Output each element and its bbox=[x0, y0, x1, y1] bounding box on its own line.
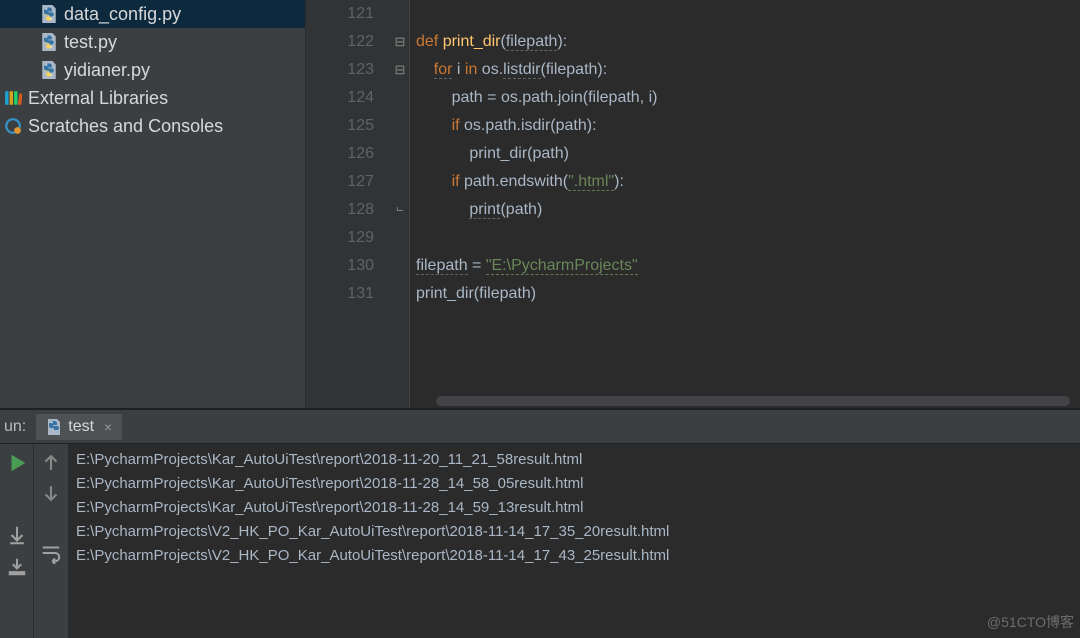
code-line-125[interactable]: if os.path.isdir(path): bbox=[416, 112, 1080, 140]
python-file-icon bbox=[40, 5, 58, 23]
line-number: 125 bbox=[306, 112, 374, 140]
python-file-icon bbox=[40, 33, 58, 51]
code-line-121[interactable] bbox=[416, 0, 1080, 28]
code-line-131[interactable]: print_dir(filepath) bbox=[416, 280, 1080, 308]
console-line: E:\PycharmProjects\V2_HK_PO_Kar_AutoUiTe… bbox=[76, 544, 1072, 568]
file-yidianer-py[interactable]: yidianer.py bbox=[0, 56, 305, 84]
file-test-py[interactable]: test.py bbox=[0, 28, 305, 56]
scratches-label: Scratches and Consoles bbox=[28, 116, 223, 137]
line-number: 130 bbox=[306, 252, 374, 280]
code-line-127[interactable]: if path.endswith(".html"): bbox=[416, 168, 1080, 196]
code-line-126[interactable]: print_dir(path) bbox=[416, 140, 1080, 168]
run-tab-bar: un: test × bbox=[0, 410, 1080, 444]
line-number: 123 bbox=[306, 56, 374, 84]
fold-marker[interactable]: ⊟ bbox=[394, 64, 406, 76]
console-line: E:\PycharmProjects\Kar_AutoUiTest\report… bbox=[76, 496, 1072, 520]
fold-marker[interactable]: ⊟ bbox=[394, 36, 406, 48]
line-number: 128 bbox=[306, 196, 374, 224]
line-number: 129 bbox=[306, 224, 374, 252]
export-button[interactable] bbox=[6, 556, 28, 578]
wrap-button[interactable] bbox=[40, 542, 62, 564]
line-number: 131 bbox=[306, 280, 374, 308]
scratches-consoles[interactable]: Scratches and Consoles bbox=[0, 112, 305, 140]
line-number: 121 bbox=[306, 0, 374, 28]
run-tab-test[interactable]: test × bbox=[36, 414, 122, 440]
code-area[interactable]: def print_dir(filepath): for i in os.lis… bbox=[410, 0, 1080, 408]
line-number: 124 bbox=[306, 84, 374, 112]
external-libraries-label: External Libraries bbox=[28, 88, 168, 109]
line-number: 122 bbox=[306, 28, 374, 56]
fold-marker[interactable]: ⌐ bbox=[394, 204, 406, 216]
up-button[interactable] bbox=[40, 452, 62, 474]
down-button[interactable] bbox=[40, 482, 62, 504]
code-line-128[interactable]: print(path) bbox=[416, 196, 1080, 224]
step-button[interactable] bbox=[6, 524, 28, 546]
file-label: yidianer.py bbox=[64, 60, 150, 81]
code-line-129[interactable] bbox=[416, 224, 1080, 252]
python-file-icon bbox=[40, 61, 58, 79]
file-label: data_config.py bbox=[64, 4, 181, 25]
code-line-124[interactable]: path = os.path.join(filepath, i) bbox=[416, 84, 1080, 112]
libraries-icon bbox=[4, 89, 22, 107]
project-sidebar: data_config.py test.py yidianer.py Externa… bbox=[0, 0, 305, 408]
external-libraries[interactable]: External Libraries bbox=[0, 84, 305, 112]
horizontal-scrollbar[interactable] bbox=[436, 396, 1070, 406]
file-data_config-py[interactable]: data_config.py bbox=[0, 0, 305, 28]
run-toolbar-right bbox=[34, 444, 68, 638]
rerun-button[interactable] bbox=[6, 452, 28, 474]
console-line: E:\PycharmProjects\Kar_AutoUiTest\report… bbox=[76, 448, 1072, 472]
code-line-122[interactable]: def print_dir(filepath): bbox=[416, 28, 1080, 56]
console-line: E:\PycharmProjects\Kar_AutoUiTest\report… bbox=[76, 472, 1072, 496]
python-file-icon bbox=[46, 419, 62, 435]
run-tab-label: test bbox=[68, 418, 94, 436]
console-line: E:\PycharmProjects\V2_HK_PO_Kar_AutoUiTe… bbox=[76, 520, 1072, 544]
run-label: un: bbox=[0, 418, 36, 436]
fold-column: ⊟ ⊟ ⌐ bbox=[392, 0, 410, 408]
close-tab-icon[interactable]: × bbox=[104, 419, 112, 435]
code-line-123[interactable]: for i in os.listdir(filepath): bbox=[416, 56, 1080, 84]
console-output[interactable]: E:\PycharmProjects\Kar_AutoUiTest\report… bbox=[68, 444, 1080, 638]
code-line-130[interactable]: filepath = "E:\PycharmProjects" bbox=[416, 252, 1080, 280]
line-number: 126 bbox=[306, 140, 374, 168]
run-toolbar-left bbox=[0, 444, 34, 638]
line-number-gutter: 121122123124125126127128129130131 bbox=[306, 0, 392, 408]
code-editor[interactable]: 121122123124125126127128129130131 ⊟ ⊟ ⌐ de… bbox=[305, 0, 1080, 408]
file-label: test.py bbox=[64, 32, 117, 53]
line-number: 127 bbox=[306, 168, 374, 196]
watermark: @51CTO博客 bbox=[987, 612, 1074, 632]
scratches-icon bbox=[4, 117, 22, 135]
run-panel: un: test × E:\PycharmProjects\Kar_AutoUi… bbox=[0, 408, 1080, 638]
